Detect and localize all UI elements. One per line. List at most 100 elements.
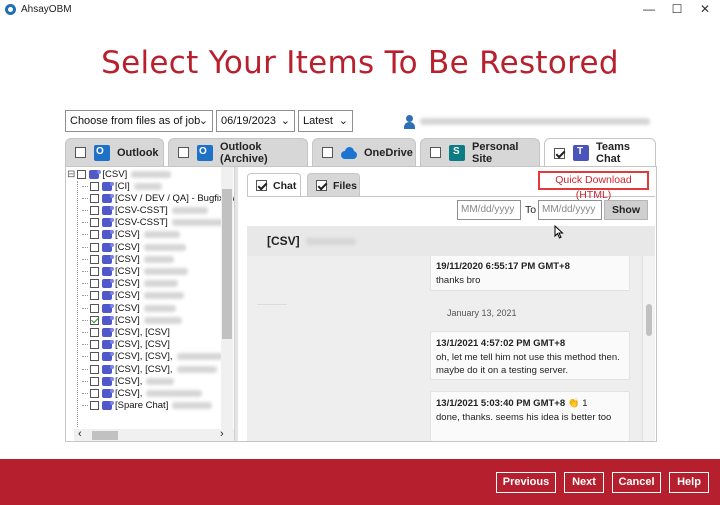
teams-icon	[102, 327, 114, 337]
tree-item-checkbox[interactable]	[90, 205, 99, 215]
tree-root[interactable]: ⊟ [CSV]	[67, 168, 172, 180]
collapse-icon[interactable]: ⊟	[67, 169, 75, 180]
tree-item-checkbox[interactable]	[90, 315, 99, 325]
tab-outlook-checkbox[interactable]	[75, 147, 86, 158]
tree-item[interactable]: [Spare Chat]	[82, 400, 213, 412]
tree-item[interactable]: [CSV]	[82, 229, 180, 241]
tree-scroll-thumb[interactable]	[222, 189, 232, 339]
tree-item-checkbox[interactable]	[90, 376, 99, 386]
tab-onedrive[interactable]: OneDrive	[312, 138, 416, 166]
tree-item[interactable]: [CSV]	[82, 265, 188, 277]
tree-hscroll-thumb[interactable]	[92, 431, 118, 440]
tree-item-checkbox[interactable]	[90, 230, 99, 240]
clap-reaction-icon[interactable]: 👏	[568, 398, 580, 409]
tree-vertical-scrollbar[interactable]	[221, 167, 233, 429]
tree-item-checkbox[interactable]	[90, 388, 99, 398]
tree-item[interactable]: [CSV], [CSV]	[82, 339, 170, 351]
tree-item[interactable]: [CSV]	[82, 302, 176, 314]
teams-icon	[102, 266, 114, 276]
tree-item[interactable]: [CSV], [CSV],	[82, 351, 223, 363]
version-select[interactable]: Latest ⌄	[298, 110, 353, 132]
tab-teams-chat-checkbox[interactable]	[554, 147, 565, 159]
tree-item[interactable]: [CSV], [CSV]	[82, 326, 170, 338]
tab-outlook[interactable]: Outlook	[65, 138, 164, 166]
teams-icon	[102, 401, 114, 411]
tree-item-checkbox[interactable]	[90, 218, 99, 228]
chat-messages[interactable]: 19/11/2020 6:55:17 PM GMT+8 thanks bro J…	[247, 256, 642, 441]
tab-personal-site-checkbox[interactable]	[430, 147, 441, 158]
teams-icon	[102, 181, 114, 191]
chevron-down-icon: ⌄	[280, 115, 290, 127]
subtab-chat-checkbox[interactable]	[256, 180, 267, 191]
tab-outlook-archive[interactable]: Outlook (Archive)	[168, 138, 308, 166]
tree-item-label: [CSV], [CSV]	[115, 326, 170, 338]
tree-item-checkbox[interactable]	[90, 327, 99, 337]
close-window-button[interactable]: ✕	[690, 0, 720, 18]
chat-message: 19/11/2020 6:55:17 PM GMT+8 thanks bro	[430, 256, 630, 291]
tree-item[interactable]: [CSV]	[82, 290, 184, 302]
tree-item[interactable]: [CSV],	[82, 387, 203, 399]
tree-item-checkbox[interactable]	[90, 254, 99, 264]
tree-item[interactable]: [CSV], [CSV],	[82, 363, 217, 375]
job-date-select[interactable]: 06/19/2023 ⌄	[216, 110, 295, 132]
chat-panel: Chat Files Quick Download (HTML) MM/dd/y…	[238, 167, 656, 441]
tree-item-checkbox[interactable]	[90, 364, 99, 374]
tab-outlook-archive-checkbox[interactable]	[178, 147, 189, 158]
tree-item-checkbox[interactable]	[90, 279, 99, 289]
chat-vertical-scrollbar[interactable]	[642, 256, 655, 441]
tree-item-checkbox[interactable]	[90, 352, 99, 362]
tab-label: Personal Site	[472, 140, 519, 165]
to-date-input[interactable]: MM/dd/yyyy	[538, 200, 602, 220]
subtab-label: Files	[333, 179, 357, 192]
backup-source-value: Choose from files as of job	[70, 115, 201, 127]
cancel-button[interactable]: Cancel	[612, 472, 661, 493]
teams-icon	[102, 388, 114, 398]
tree-item-checkbox[interactable]	[90, 242, 99, 252]
tree-item[interactable]: [CSV]	[82, 241, 186, 253]
tab-personal-site[interactable]: Personal Site	[420, 138, 540, 166]
subtab-chat[interactable]: Chat	[247, 173, 301, 197]
scroll-right-icon[interactable]: ›	[220, 428, 224, 440]
blurred-user-email	[420, 118, 650, 125]
next-button[interactable]: Next	[564, 472, 604, 493]
tree-root-checkbox[interactable]	[77, 169, 87, 179]
tree-item-checkbox[interactable]	[90, 181, 99, 191]
tree-item[interactable]: [CSV]	[82, 278, 178, 290]
tree-item[interactable]: [CSV],	[82, 375, 175, 387]
subtab-files[interactable]: Files	[307, 173, 360, 197]
subtab-label: Chat	[273, 179, 297, 192]
tree-item-checkbox[interactable]	[90, 340, 99, 350]
tree-item-checkbox[interactable]	[90, 193, 99, 203]
help-button[interactable]: Help	[669, 472, 709, 493]
tree-item[interactable]: [CSV-CSST]	[82, 204, 208, 216]
tree-item-checkbox[interactable]	[90, 303, 99, 313]
from-date-input[interactable]: MM/dd/yyyy	[457, 200, 521, 220]
tree-item[interactable]: [CSV / DEV / QA] - Bugfix We	[82, 192, 234, 204]
previous-button[interactable]: Previous	[496, 472, 556, 493]
teams-icon	[102, 205, 114, 215]
teams-icon	[102, 364, 114, 374]
maximize-button[interactable]: ☐	[662, 0, 692, 18]
backup-source-select[interactable]: Choose from files as of job ⌄	[65, 110, 213, 132]
show-button[interactable]: Show	[604, 200, 648, 220]
teams-icon	[102, 340, 114, 350]
tree-item[interactable]: [CI]	[82, 180, 162, 192]
tree-item[interactable]: [CSV-CSST]	[82, 217, 224, 229]
subtab-files-checkbox[interactable]	[316, 180, 327, 191]
tree-item-checkbox[interactable]	[90, 266, 99, 276]
chat-tree[interactable]: ⊟ [CSV] [CI] [CSV / DEV / QA] - Bugfix We…	[66, 167, 234, 429]
tab-onedrive-checkbox[interactable]	[322, 147, 333, 158]
minimize-button[interactable]: —	[634, 0, 664, 18]
chat-message: 13/1/2021 4:57:02 PM GMT+8 oh, let me te…	[430, 331, 630, 380]
tree-item-checkbox[interactable]	[90, 401, 99, 411]
tree-item-checkbox[interactable]	[90, 291, 99, 301]
message-text: oh, let me tell him not use this method …	[436, 351, 620, 363]
tree-item[interactable]: [CSV]	[82, 314, 182, 326]
tree-horizontal-scrollbar[interactable]: ‹ ›	[74, 428, 234, 441]
quick-download-button[interactable]: Quick Download (HTML)	[538, 171, 649, 201]
scroll-left-icon[interactable]: ‹	[78, 428, 82, 440]
tree-item[interactable]: [CSV]	[82, 253, 174, 265]
chat-scroll-thumb[interactable]	[646, 304, 652, 336]
tab-label: Outlook	[117, 146, 159, 159]
tab-teams-chat[interactable]: Teams Chat	[544, 138, 656, 167]
